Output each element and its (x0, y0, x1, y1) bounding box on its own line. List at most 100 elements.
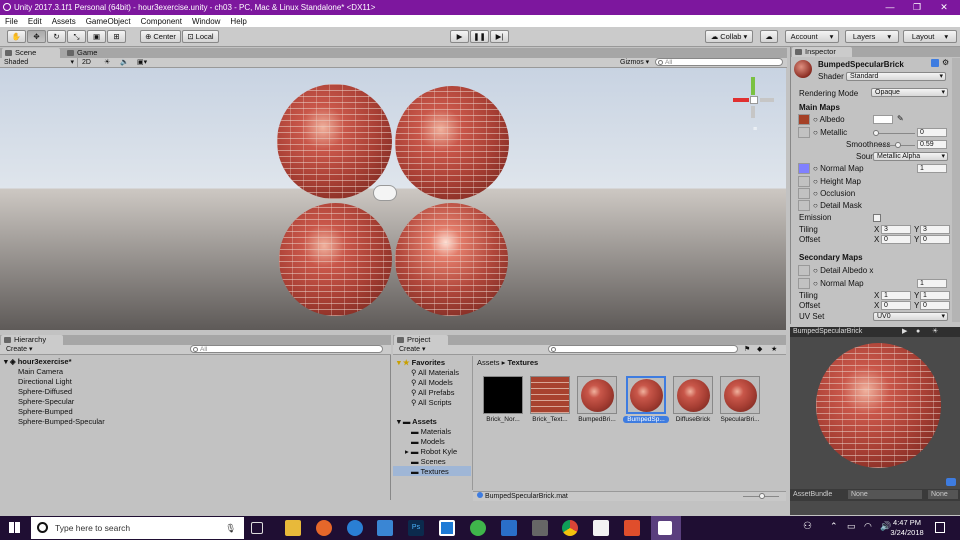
microphone-icon[interactable]: 🎙 (225, 517, 236, 539)
wifi-icon[interactable]: ◠ (864, 521, 872, 532)
menu-edit[interactable]: Edit (23, 17, 47, 26)
taskbar-time[interactable]: 4:47 PM (893, 518, 921, 527)
minimize-button[interactable]: — (876, 0, 904, 15)
hierarchy-item-main-camera[interactable]: Main Camera (18, 367, 63, 376)
firefox-icon[interactable] (316, 520, 332, 536)
favorite-all-models[interactable]: ⚲ All Models (411, 378, 453, 387)
account-dropdown[interactable]: Account ▾ (785, 30, 839, 43)
offset-y-field[interactable]: 0 (920, 235, 950, 244)
task-view-icon[interactable] (251, 522, 263, 534)
smoothness-slider-knob[interactable] (895, 142, 901, 148)
uv-set-dropdown[interactable]: UV0 (873, 312, 948, 321)
taskbar-date[interactable]: 3/24/2018 (889, 528, 925, 537)
move-tool-icon[interactable]: ✥ (27, 30, 46, 43)
folder-scenes[interactable]: ▬ Scenes (411, 457, 446, 466)
sphere-specular[interactable] (395, 86, 509, 200)
editor-icon[interactable] (593, 520, 609, 536)
shading-mode-dropdown[interactable]: Shaded ▾ (4, 58, 78, 67)
detail-albedo-thumb[interactable] (798, 265, 810, 276)
project-divider[interactable] (472, 356, 473, 490)
collab-button[interactable]: ☁ Collab ▾ (705, 30, 753, 43)
asset-bumped-specular-selected[interactable] (626, 376, 666, 414)
scene-viewport[interactable]: ≡ (0, 68, 786, 330)
albedo-swatch[interactable] (798, 114, 810, 125)
pivot-local-toggle[interactable]: ⊡ Local (182, 30, 219, 43)
2d-toggle[interactable]: 2D (82, 58, 96, 67)
preview-info-icon[interactable] (946, 478, 956, 486)
close-button[interactable]: ✕ (930, 0, 958, 15)
project-create-dropdown[interactable]: Create ▾ (399, 345, 425, 354)
tiling-x-field[interactable]: 3 (881, 225, 911, 234)
scene-orientation-gizmo[interactable]: ≡ (726, 74, 782, 140)
hierarchy-item-sphere-bumped-specular[interactable]: Sphere-Bumped-Specular (18, 417, 105, 426)
metallic-slider-knob[interactable] (873, 130, 879, 136)
tab-inspector[interactable]: Inspector (792, 47, 852, 57)
directional-light-gizmo-icon[interactable] (373, 185, 397, 201)
metallic-thumb[interactable] (798, 127, 810, 138)
cloud-services-button[interactable]: ☁ (760, 30, 778, 43)
hierarchy-item-sphere-bumped[interactable]: Sphere-Bumped (18, 407, 73, 416)
menu-file[interactable]: File (0, 17, 23, 26)
folder-textures[interactable]: ▬ Textures (411, 467, 449, 476)
occlusion-label[interactable]: ○ Occlusion (813, 189, 855, 198)
hierarchy-search-input[interactable]: All (190, 345, 383, 353)
taskbar-search-box[interactable]: Type here to search 🎙 (31, 517, 244, 539)
smoothness-value[interactable]: 0.59 (917, 140, 947, 149)
network-icon[interactable]: ▭ (847, 521, 856, 532)
sphere-diffused[interactable] (277, 84, 392, 199)
preview-play-icon[interactable]: ▶ (902, 327, 907, 337)
settings-gear-icon[interactable]: ⚙ (942, 58, 949, 67)
normal-map-label[interactable]: ○ Normal Map (813, 164, 864, 173)
detail-albedo-label[interactable]: ○ Detail Albedo x (813, 266, 873, 275)
maximize-button[interactable]: ❐ (903, 0, 931, 15)
layers-dropdown[interactable]: Layers ▾ (845, 30, 899, 43)
step-button[interactable]: ▶| (490, 30, 509, 43)
file-explorer-icon[interactable] (285, 520, 301, 536)
folder-robot-kyle[interactable]: ▸ ▬ Robot Kyle (405, 447, 457, 456)
asset-brick-normal[interactable] (483, 376, 523, 414)
pause-button[interactable]: ❚❚ (470, 30, 489, 43)
filter-label-icon[interactable]: ◆ (757, 345, 762, 354)
hand-tool-icon[interactable]: ✋ (7, 30, 26, 43)
asset-brick-texture[interactable] (530, 376, 570, 414)
favorite-all-prefabs[interactable]: ⚲ All Prefabs (411, 388, 454, 397)
windows-start-icon[interactable] (9, 522, 20, 533)
git-icon[interactable] (624, 520, 640, 536)
pivot-center-toggle[interactable]: ⊕ Center (140, 30, 181, 43)
secondary-tiling-y-field[interactable]: 1 (920, 291, 950, 300)
normal-map-swatch[interactable] (798, 163, 810, 174)
audio-toggle-icon[interactable]: 🔈 (120, 58, 129, 67)
height-map-label[interactable]: ○ Height Map (813, 177, 861, 186)
asset-bumped-brick[interactable] (577, 376, 617, 414)
transform-tool-icon[interactable]: ⊞ (107, 30, 126, 43)
asset-diffuse-brick[interactable] (673, 376, 713, 414)
tab-hierarchy[interactable]: Hierarchy (1, 335, 63, 345)
calculator-icon[interactable] (532, 520, 548, 536)
gizmos-dropdown[interactable]: Gizmos ▾ (620, 58, 649, 67)
offset-x-field[interactable]: 0 (881, 235, 911, 244)
metallic-label[interactable]: ○ Metallic (813, 128, 847, 137)
breadcrumb-assets[interactable]: Assets (477, 358, 500, 367)
tab-project[interactable]: Project (394, 335, 448, 345)
emission-checkbox[interactable] (873, 214, 881, 222)
spotify-icon[interactable] (470, 520, 486, 536)
asset-specular-brick[interactable] (720, 376, 760, 414)
favorite-star-icon[interactable]: ★ (771, 345, 777, 354)
scale-tool-icon[interactable]: ⤡ (67, 30, 86, 43)
layout-dropdown[interactable]: Layout ▾ (903, 30, 957, 43)
tiling-y-field[interactable]: 3 (920, 225, 950, 234)
action-center-icon[interactable] (935, 522, 945, 533)
hierarchy-item-sphere-diffused[interactable]: Sphere-Diffused (18, 387, 72, 396)
people-icon[interactable]: ⚇ (803, 521, 812, 532)
source-dropdown[interactable]: Metallic Alpha (873, 152, 948, 161)
secondary-tiling-x-field[interactable]: 1 (881, 291, 911, 300)
eyedropper-icon[interactable]: ✎ (897, 114, 904, 123)
preview-light-icon[interactable]: ☀ (932, 327, 938, 337)
menu-component[interactable]: Component (136, 17, 187, 26)
lighting-toggle-icon[interactable]: ☀ (104, 58, 110, 67)
secondary-offset-y-field[interactable]: 0 (920, 301, 950, 310)
assetbundle-variant-dropdown[interactable]: None (928, 490, 958, 499)
preview-sphere[interactable] (816, 343, 941, 468)
photoshop-icon[interactable]: Ps (408, 520, 424, 536)
favorites-item[interactable]: ▾ ★ Favorites (397, 358, 445, 367)
